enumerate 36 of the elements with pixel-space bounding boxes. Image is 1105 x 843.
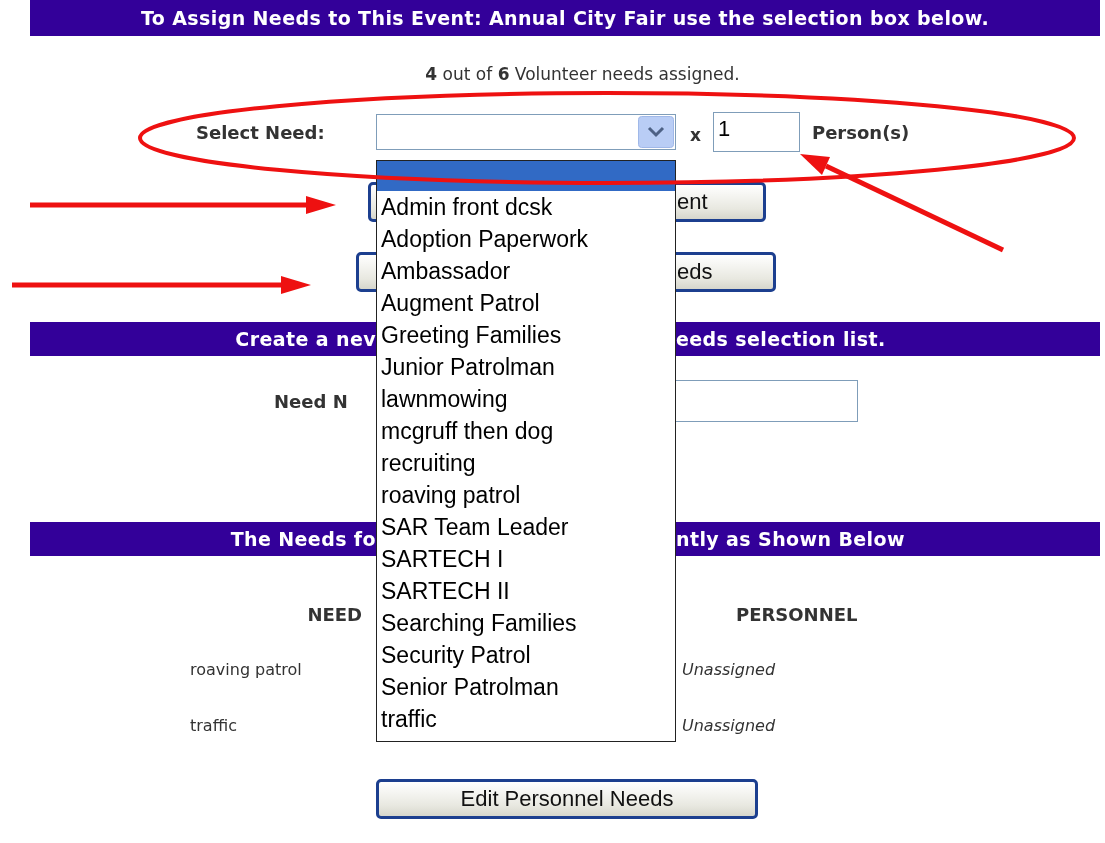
multiplier-sign: x — [690, 125, 701, 145]
dropdown-option[interactable]: Adoption Paperwork — [377, 223, 675, 255]
dropdown-option[interactable]: Ambassador — [377, 255, 675, 287]
table-cell-text: traffic — [189, 716, 237, 737]
need-select[interactable] — [376, 114, 676, 150]
dropdown-option[interactable]: SARTECH II — [377, 575, 675, 607]
need-name-label: Need N — [274, 390, 348, 412]
dropdown-option[interactable]: lawnmowing — [377, 383, 675, 415]
header-title: To Assign Needs to This Event: Annual City Fair use the selection box below. — [140, 7, 990, 29]
dropdown-option[interactable]: SAR Team Leader — [377, 511, 675, 543]
table-cell-text: Unassigned — [681, 716, 776, 737]
dropdown-option[interactable]: SARTECH I — [377, 543, 675, 575]
dropdown-option[interactable]: roaving patrol — [377, 479, 675, 511]
dropdown-option[interactable]: Junior Patrolman — [377, 351, 675, 383]
banner-text: The Needs fo — [229, 528, 376, 550]
table-cell-text: roaving patrol — [189, 660, 302, 681]
dropdown-option[interactable]: Admin front dcsk — [377, 191, 675, 223]
dropdown-option[interactable]: mcgruff then dog — [377, 415, 675, 447]
quantity-field[interactable]: 1 — [712, 112, 800, 152]
edit-personnel-button[interactable]: Edit Personnel Needs — [376, 779, 758, 819]
dropdown-option[interactable]: traffic — [377, 703, 675, 735]
dropdown-option[interactable]: Augment Patrol — [377, 287, 675, 319]
dropdown-option[interactable]: Security Patrol — [377, 639, 675, 671]
banner-text: eeds selection list. — [676, 328, 887, 350]
select-need-label: Select Need: — [196, 121, 326, 143]
dropdown-option[interactable]: Senior Patrolman — [377, 671, 675, 703]
dropdown-option[interactable]: recruiting — [377, 447, 675, 479]
table-cell-text: Unassigned — [681, 660, 776, 681]
dropdown-option[interactable]: Searching Families — [377, 607, 675, 639]
dropdown-option[interactable]: Greeting Families — [377, 319, 675, 351]
column-header: PERSONNEL — [735, 604, 858, 627]
banner-text: Create a nev — [234, 328, 376, 350]
banner-text: ntly as Shown Below — [676, 528, 906, 550]
unit-label: Person(s) — [811, 121, 910, 143]
assignment-summary: 4 out of 6 Volunteer needs assigned. — [424, 64, 741, 86]
column-header: NEED — [307, 604, 363, 627]
